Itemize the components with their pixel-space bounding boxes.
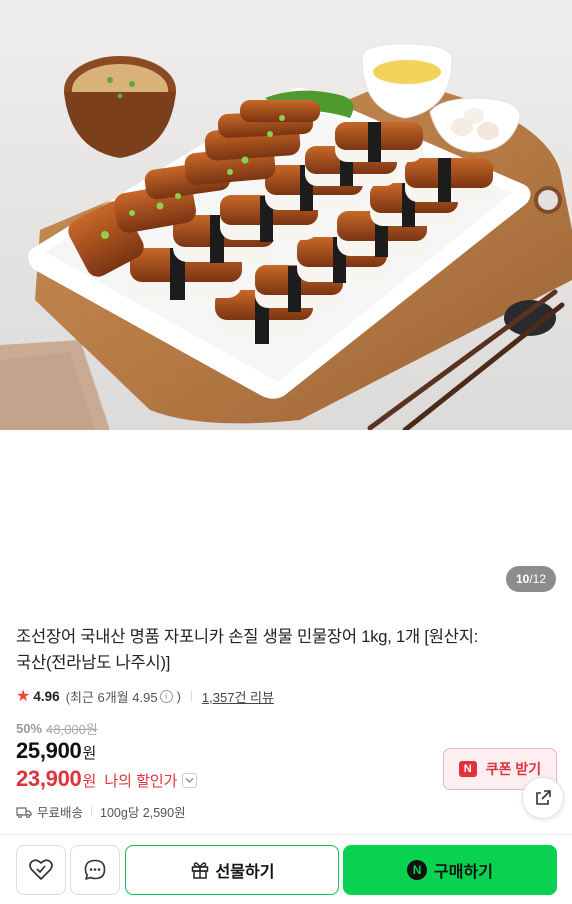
product-image[interactable]: [0, 0, 572, 430]
discount-percent: 50%: [16, 721, 43, 736]
wishlist-button[interactable]: [16, 845, 66, 895]
recent-rating-close: ): [176, 688, 181, 704]
sale-price-unit: 원: [82, 745, 97, 762]
gallery-current: 10: [515, 572, 530, 586]
rating-score: 4.96: [33, 688, 60, 704]
gift-label: 선물하기: [215, 864, 275, 881]
shipping-row: 무료배송 100g당 2,590원: [16, 802, 186, 821]
discount-row: 50% 48,000원: [16, 719, 98, 738]
product-title-line2: 국산(전라남도 나주시)]: [16, 654, 171, 672]
coupon-label: 쿠폰 받기: [485, 761, 542, 777]
chevron-down-icon[interactable]: [182, 773, 198, 788]
rating-row: ★ 4.96 (최근 6개월 4.95 i ) 1,357건 리뷰: [16, 686, 274, 706]
chat-bubble-icon: [84, 859, 106, 880]
gallery-total: /12: [529, 572, 546, 586]
shipping-label: 무료배송: [37, 806, 84, 820]
my-price-label: 나의 할인가: [104, 773, 178, 790]
gallery-counter: 10/12: [505, 566, 556, 592]
share-icon: [536, 790, 551, 805]
unit-price: 100g당 2,590원: [100, 806, 186, 820]
divider: [190, 690, 192, 702]
my-price: 23,900: [16, 766, 82, 791]
gift-button[interactable]: 선물하기: [125, 845, 339, 895]
my-price-unit: 원: [82, 773, 97, 790]
sale-price: 25,900: [16, 738, 82, 763]
product-title-line1: 조선장어 국내산 명품 자포니카 손질 생물 민물장어 1kg, 1개 [원산지…: [16, 628, 479, 646]
naver-n-icon: N: [458, 761, 477, 777]
star-icon: ★: [16, 688, 31, 705]
recent-rating: (최근 6개월 4.95: [65, 689, 158, 705]
original-price: 48,000원: [46, 722, 98, 737]
info-icon[interactable]: i: [159, 689, 173, 703]
review-link[interactable]: 1,357건 리뷰: [202, 687, 274, 706]
eel-sushi-platter-photo: [0, 0, 572, 430]
divider: [91, 806, 93, 817]
buy-button[interactable]: N 구매하기: [343, 845, 557, 895]
buy-label: 구매하기: [434, 864, 493, 881]
gallery-blank-area: [0, 430, 572, 600]
naver-pay-icon: N: [407, 860, 428, 880]
product-title: 조선장어 국내산 명품 자포니카 손질 생물 민물장어 1kg, 1개 [원산지…: [16, 624, 556, 676]
my-price-row[interactable]: 23,900 원 나의 할인가: [16, 766, 198, 792]
share-button[interactable]: [522, 777, 564, 819]
sale-price-row: 25,900 원: [16, 738, 96, 764]
heart-check-icon: [29, 859, 53, 880]
bottom-action-bar: 선물하기 N 구매하기: [0, 834, 572, 904]
talk-button[interactable]: [70, 845, 120, 895]
gift-box-icon: [191, 862, 208, 879]
truck-icon: [16, 806, 32, 818]
